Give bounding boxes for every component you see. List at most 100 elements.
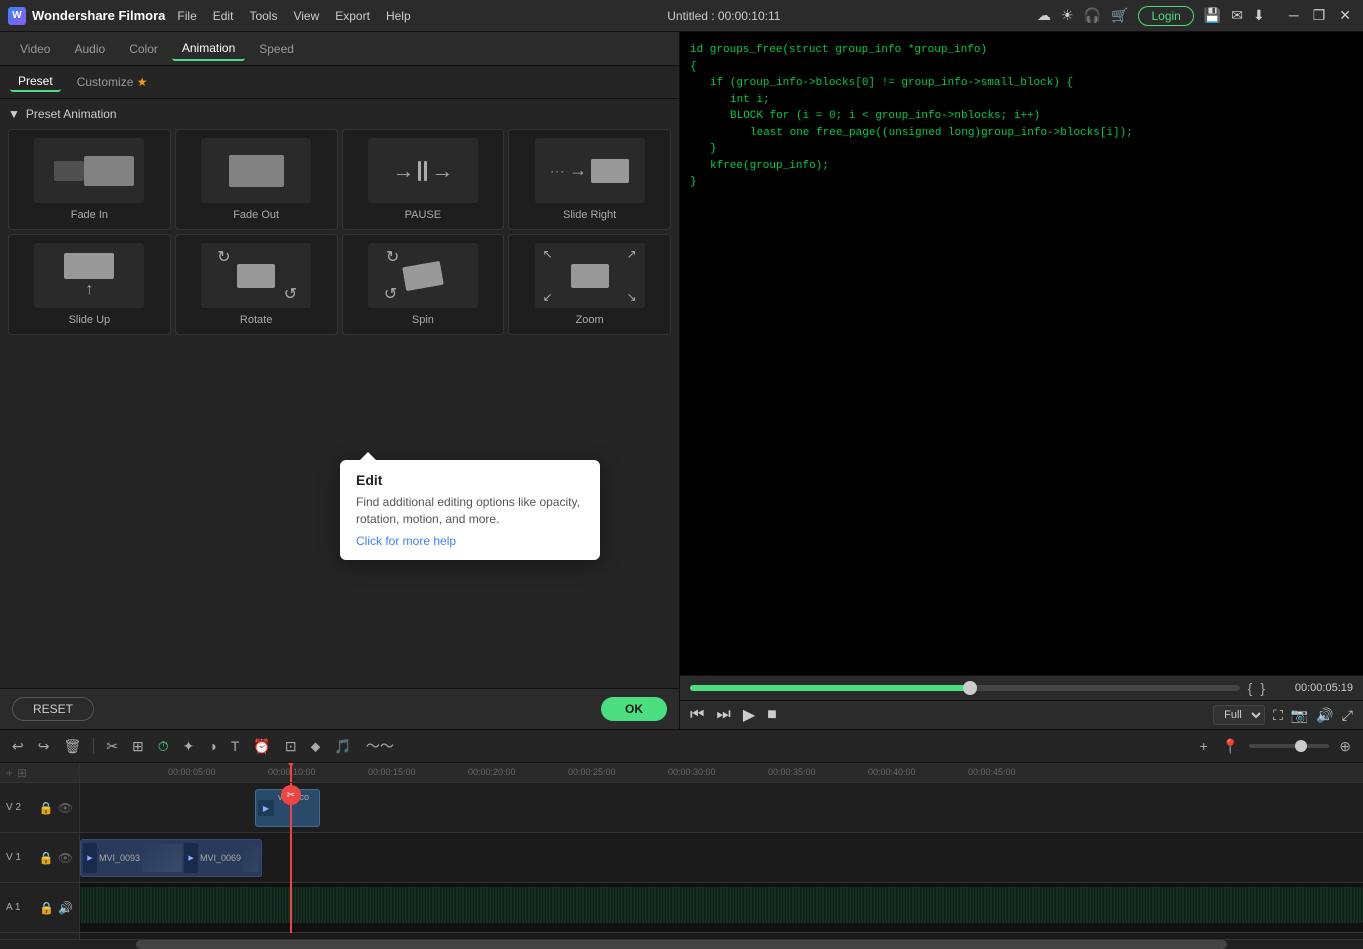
sub-tabs: Preset Customize ★ <box>0 66 679 99</box>
track-labels: + ⊞ V 2 🔒 👁 V 1 🔒 👁 A 1 🔒 <box>0 763 80 939</box>
preset-label-fade-out: Fade Out <box>233 209 279 221</box>
waveform-button[interactable]: 〜〜 <box>362 734 398 758</box>
screenshot-icon[interactable]: 📷 <box>1291 707 1308 724</box>
audio-button[interactable]: 🎵 <box>330 736 355 757</box>
lock-icon-v2[interactable]: 🔒 <box>39 801 54 815</box>
progress-track[interactable] <box>690 685 1240 691</box>
headset-icon[interactable]: 🎧 <box>1084 7 1101 24</box>
sub-tab-customize[interactable]: Customize ★ <box>69 73 156 91</box>
app-icon: W <box>8 7 26 25</box>
zoom-slider[interactable] <box>1249 744 1329 748</box>
expand-icon[interactable]: ⤢ <box>1342 707 1353 724</box>
preset-item-slide-up[interactable]: ↑ Slide Up <box>8 234 171 335</box>
menu-view[interactable]: View <box>293 9 319 23</box>
preset-header[interactable]: ▼ Preset Animation <box>8 107 671 121</box>
menu-file[interactable]: File <box>177 9 196 23</box>
ruler-mark-0: 00:00:05:00 <box>168 767 216 777</box>
preset-label-fade-in: Fade In <box>71 209 108 221</box>
crop-button[interactable]: ⊞ <box>128 736 148 757</box>
fullscreen-icon[interactable]: ⛶ <box>1273 707 1283 724</box>
transition-button[interactable]: ⬥ <box>307 736 325 757</box>
time-display: 00:00:05:19 <box>1273 682 1353 694</box>
tab-video[interactable]: Video <box>10 38 60 60</box>
preset-item-pause[interactable]: → → PAUSE <box>342 129 505 230</box>
menu-tools[interactable]: Tools <box>249 9 277 23</box>
menu-help[interactable]: Help <box>386 9 411 23</box>
mail-icon[interactable]: ✉ <box>1231 7 1243 24</box>
volume-icon[interactable]: 🔊 <box>1316 707 1333 724</box>
titlebar: W Wondershare Filmora File Edit Tools Vi… <box>0 0 1363 32</box>
transport-right: Full 1/2 1/4 ⛶ 📷 🔊 ⤢ <box>1213 705 1353 725</box>
tab-color[interactable]: Color <box>119 38 168 60</box>
clip-v1-mvi0093[interactable]: ▶ MVI_0093 ▶ MVI_0069 <box>80 839 262 877</box>
stop-button[interactable]: ■ <box>767 706 777 724</box>
titlebar-left: W Wondershare Filmora File Edit Tools Vi… <box>8 7 411 25</box>
save-icon[interactable]: 💾 <box>1204 7 1221 24</box>
login-button[interactable]: Login <box>1138 6 1193 26</box>
eye-icon-v2[interactable]: 👁 <box>58 801 73 815</box>
playhead[interactable] <box>290 763 292 782</box>
h-scrollbar-thumb[interactable] <box>136 940 1226 949</box>
text-button[interactable]: T <box>227 736 244 756</box>
snap-button[interactable]: 📍 <box>1218 736 1243 757</box>
preset-label-pause: PAUSE <box>405 209 441 221</box>
tab-animation[interactable]: Animation <box>172 37 245 61</box>
tab-speed[interactable]: Speed <box>249 38 304 60</box>
delete-button[interactable]: 🗑 <box>59 736 85 757</box>
timeline-tracks[interactable]: 00:00:05:00 00:00:10:00 00:00:15:00 00:0… <box>80 763 1363 939</box>
sub-tab-preset[interactable]: Preset <box>10 72 61 92</box>
preset-thumb-fade-out <box>201 138 311 203</box>
progress-thumb[interactable] <box>963 681 977 695</box>
redo-button[interactable]: ↪ <box>34 736 54 757</box>
lock-icon-a1[interactable]: 🔒 <box>39 901 54 915</box>
timer-button[interactable]: ⏰ <box>249 736 274 757</box>
separator-1 <box>93 738 94 754</box>
tooltip-title: Edit <box>356 472 584 488</box>
add-track-icon[interactable]: + <box>6 766 13 780</box>
tooltip-body: Find additional editing options like opa… <box>356 494 584 528</box>
preset-item-slide-right[interactable]: ··· → Slide Right <box>508 129 671 230</box>
preset-label-rotate: Rotate <box>240 314 272 326</box>
close-button[interactable]: ✕ <box>1335 7 1355 24</box>
menu-export[interactable]: Export <box>335 9 370 23</box>
color-button[interactable]: ◑ <box>204 736 220 756</box>
download-icon[interactable]: ⬇ <box>1253 7 1265 24</box>
cut-button[interactable]: ✂ <box>102 736 122 757</box>
snap-track-icon[interactable]: ⊞ <box>17 766 27 780</box>
preset-item-fade-in[interactable]: Fade In <box>8 129 171 230</box>
skip-start-button[interactable]: ⏮ <box>690 706 704 724</box>
minimize-button[interactable]: ─ <box>1285 7 1303 24</box>
zoom-fit-button[interactable]: ⊡ <box>281 736 301 757</box>
undo-button[interactable]: ↩ <box>8 736 28 757</box>
tab-audio[interactable]: Audio <box>64 38 115 60</box>
h-scrollbar[interactable] <box>0 939 1363 949</box>
cut-marker-v2: ✂ <box>281 785 301 805</box>
speed-button[interactable]: ⏱ <box>154 736 173 757</box>
restore-button[interactable]: ❐ <box>1309 7 1330 24</box>
titlebar-right: ☁ ☀ 🎧 🛒 Login 💾 ✉ ⬇ ─ ❐ ✕ <box>1037 6 1355 26</box>
cloud-icon[interactable]: ☁ <box>1037 7 1051 24</box>
menu-edit[interactable]: Edit <box>213 9 234 23</box>
tooltip-link[interactable]: Click for more help <box>356 534 456 548</box>
step-back-button[interactable]: ⏭ <box>716 706 730 724</box>
right-panel: id groups_free(struct group_info *group_… <box>680 32 1363 729</box>
preset-item-zoom[interactable]: ↖ ↗ ↙ ↘ Zoom <box>508 234 671 335</box>
reset-button[interactable]: RESET <box>12 697 94 721</box>
play-button[interactable]: ▶ <box>743 705 755 725</box>
preset-label-slide-up: Slide Up <box>69 314 111 326</box>
add-track-button[interactable]: + <box>1196 736 1212 756</box>
preset-item-spin[interactable]: ↻ ↺ Spin <box>342 234 505 335</box>
volume-icon-a1[interactable]: 🔊 <box>58 901 73 915</box>
preset-item-rotate[interactable]: ↻ ↺ Rotate <box>175 234 338 335</box>
preset-thumb-fade-in <box>34 138 144 203</box>
zoom-plus-button[interactable]: ⊕ <box>1335 736 1355 757</box>
sun-icon[interactable]: ☀ <box>1061 7 1074 24</box>
cart-icon[interactable]: 🛒 <box>1111 7 1128 24</box>
preset-item-fade-out[interactable]: Fade Out <box>175 129 338 230</box>
ok-button[interactable]: OK <box>601 697 667 721</box>
menu-bar: File Edit Tools View Export Help <box>177 9 410 23</box>
quality-select[interactable]: Full 1/2 1/4 <box>1213 705 1265 725</box>
effects-button[interactable]: ✦ <box>179 736 199 757</box>
eye-icon-v1[interactable]: 👁 <box>58 851 73 865</box>
lock-icon-v1[interactable]: 🔒 <box>39 851 54 865</box>
